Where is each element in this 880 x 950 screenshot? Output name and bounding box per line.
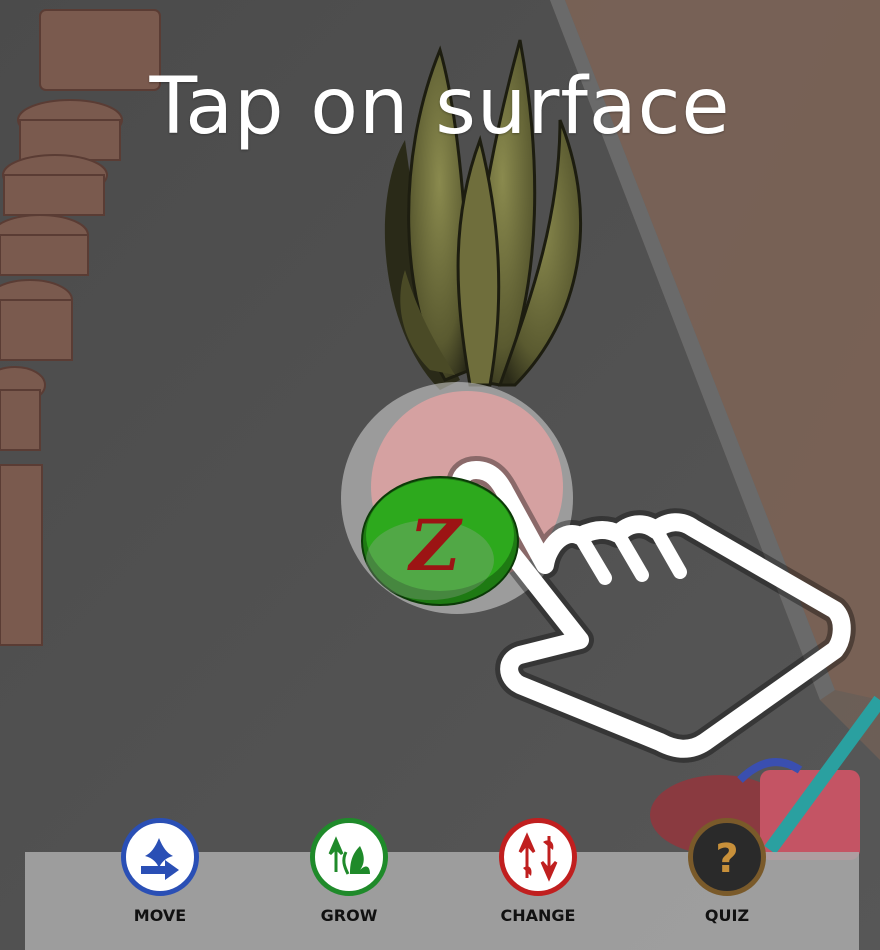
- ar-camera-view[interactable]: Z Tap on surface: [0, 0, 880, 950]
- change-icon: [499, 818, 577, 896]
- svg-text:?: ?: [715, 836, 738, 882]
- move-label: MOVE: [133, 906, 187, 925]
- change-tool-button[interactable]: CHANGE: [478, 818, 598, 925]
- change-label: CHANGE: [500, 906, 576, 925]
- grow-label: GROW: [320, 906, 378, 925]
- quiz-icon: ?: [688, 818, 766, 896]
- grow-icon: [310, 818, 388, 896]
- quiz-label: QUIZ: [704, 906, 750, 925]
- z-badge-letter: Z: [406, 504, 463, 587]
- move-icon: [121, 818, 199, 896]
- move-tool-button[interactable]: MOVE: [100, 818, 220, 925]
- instruction-text: Tap on surface: [149, 62, 731, 152]
- quiz-tool-button[interactable]: ? QUIZ: [667, 818, 787, 925]
- grow-tool-button[interactable]: GROW: [289, 818, 409, 925]
